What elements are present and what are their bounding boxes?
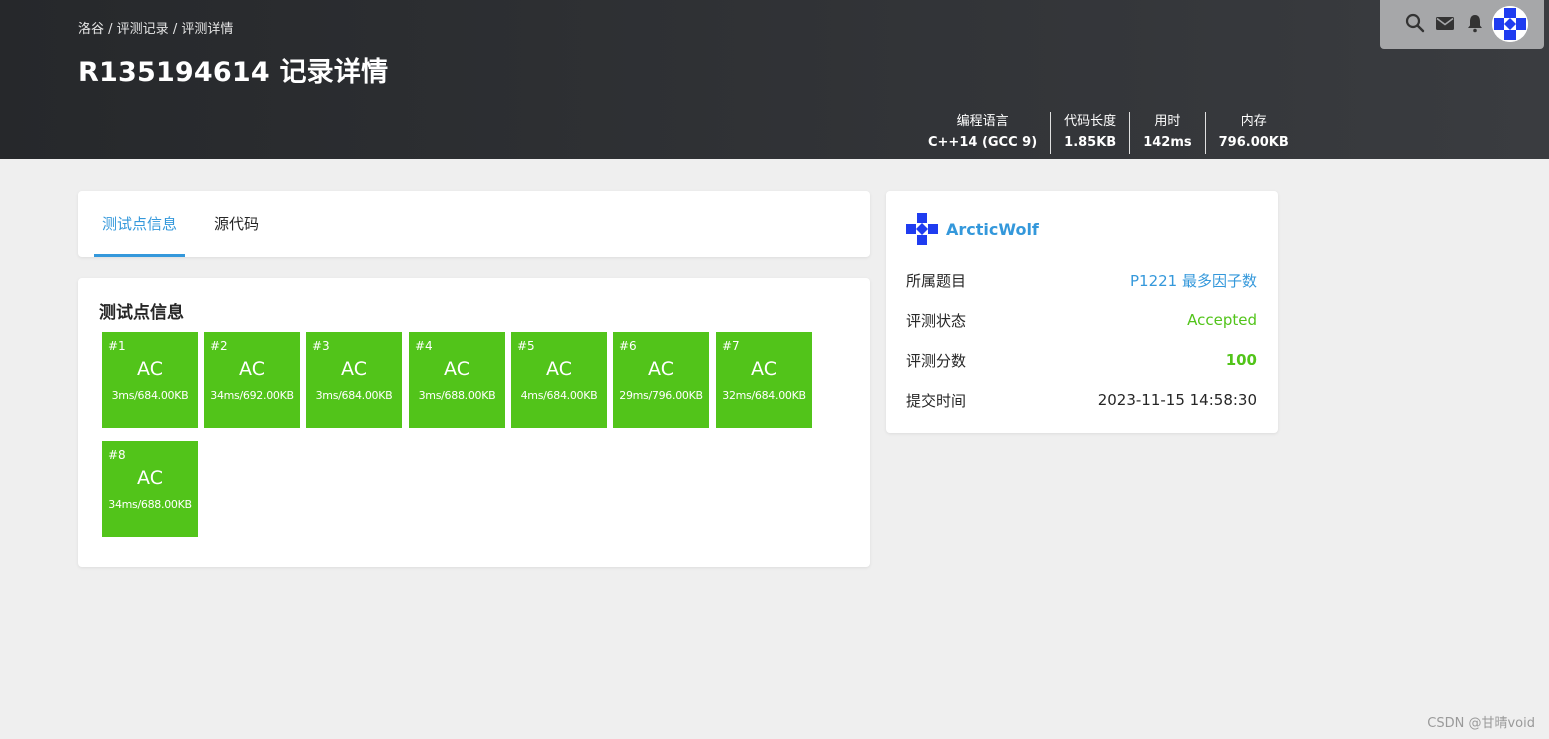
testcase-tile[interactable]: #3 AC 3ms/684.00KB: [306, 332, 402, 428]
score-value: 100: [1225, 351, 1257, 369]
stat-language: 编程语言 C++14 (GCC 9): [928, 114, 1038, 150]
testcase-tile[interactable]: #1 AC 3ms/684.00KB: [102, 332, 198, 428]
tab-testcases[interactable]: 测试点信息: [94, 191, 186, 257]
stat-code-length: 代码长度 1.85KB: [1050, 112, 1129, 154]
record-header: 洛谷 / 评测记录 / 评测详情 R135194614 记录详情 编程语言 C+…: [0, 0, 1549, 159]
detail-row-score: 评测分数 100: [906, 351, 1257, 370]
breadcrumb: 洛谷 / 评测记录 / 评测详情: [78, 22, 234, 37]
top-user-bar: [1380, 0, 1544, 49]
breadcrumb-records[interactable]: 评测记录: [117, 22, 169, 37]
testcase-tile[interactable]: #7 AC 32ms/684.00KB: [716, 332, 812, 428]
stat-time: 用时 142ms: [1129, 112, 1204, 154]
breadcrumb-detail: 评测详情: [181, 22, 234, 37]
testcase-tile[interactable]: #6 AC 29ms/796.00KB: [613, 332, 709, 428]
record-summary-card: ArcticWolf 所属题目 P1221 最多因子数 评测状态 Accepte…: [886, 191, 1278, 433]
detail-row-problem: 所属题目 P1221 最多因子数: [906, 270, 1257, 291]
bell-icon[interactable]: [1464, 12, 1486, 34]
tabs-card: 测试点信息 源代码: [78, 191, 870, 257]
mail-icon[interactable]: [1434, 12, 1456, 34]
submitter-name[interactable]: ArcticWolf: [946, 220, 1039, 239]
testcase-tile[interactable]: #2 AC 34ms/692.00KB: [204, 332, 300, 428]
search-icon[interactable]: [1404, 12, 1426, 34]
submitter[interactable]: ArcticWolf: [906, 213, 1039, 245]
testcase-tile[interactable]: #8 AC 34ms/688.00KB: [102, 441, 198, 537]
user-avatar[interactable]: [1492, 6, 1528, 42]
avatar-image: [1492, 6, 1528, 42]
testcase-tile[interactable]: #5 AC 4ms/684.00KB: [511, 332, 607, 428]
testcases-card: 测试点信息 #1 AC 3ms/684.00KB #2 AC 34ms/692.…: [78, 278, 870, 567]
submit-time-value: 2023-11-15 14:58:30: [1097, 391, 1257, 409]
submitter-avatar[interactable]: [906, 213, 938, 245]
problem-link[interactable]: P1221 最多因子数: [1130, 270, 1257, 291]
tab-source-code[interactable]: 源代码: [206, 191, 267, 257]
stat-memory: 内存 796.00KB: [1204, 112, 1302, 154]
testcases-title: 测试点信息: [99, 303, 184, 323]
testcase-tile[interactable]: #4 AC 3ms/688.00KB: [409, 332, 505, 428]
detail-row-submit-time: 提交时间 2023-11-15 14:58:30: [906, 391, 1257, 410]
page-title: R135194614 记录详情: [78, 57, 389, 88]
watermark: CSDN @甘晴void: [1427, 716, 1535, 731]
record-stats: 编程语言 C++14 (GCC 9) 代码长度 1.85KB 用时 142ms …: [915, 112, 1302, 156]
detail-row-status: 评测状态 Accepted: [906, 311, 1257, 330]
status-value: Accepted: [1187, 311, 1257, 329]
breadcrumb-luogu[interactable]: 洛谷: [78, 22, 104, 37]
